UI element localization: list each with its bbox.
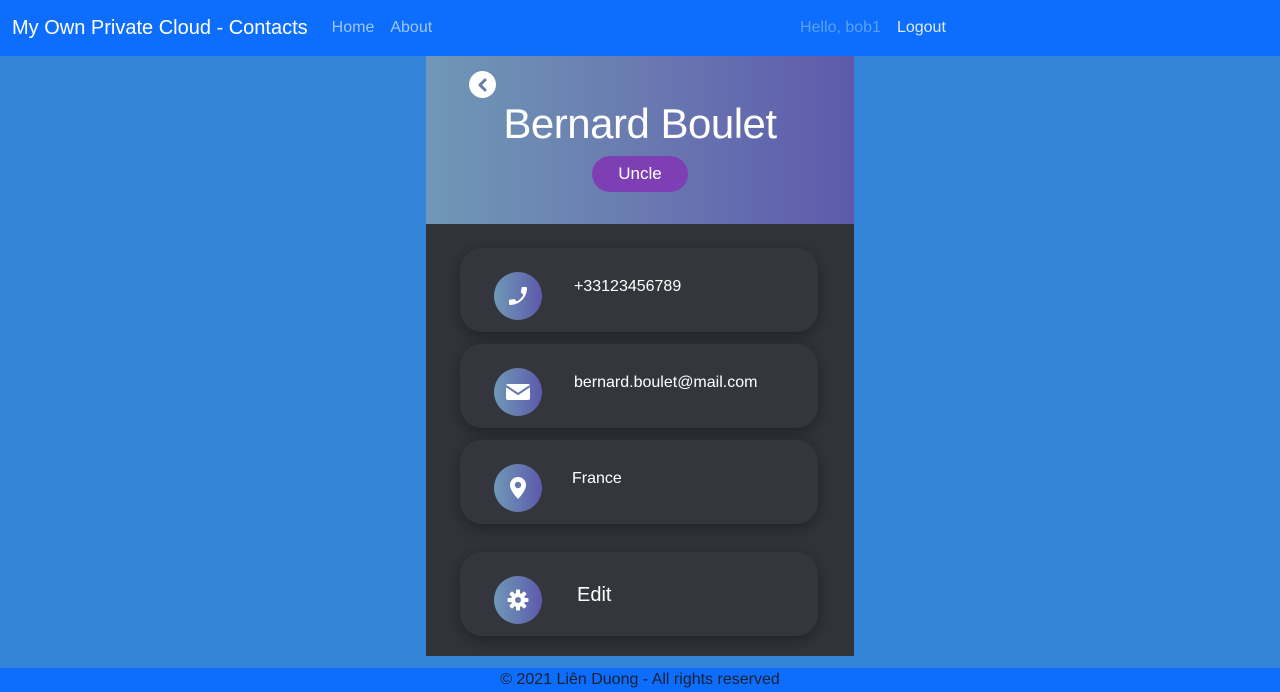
gear-icon[interactable] bbox=[494, 576, 542, 624]
relation-badge: Uncle bbox=[592, 156, 688, 192]
logout-link[interactable]: Logout bbox=[897, 19, 946, 37]
footer-copyright: © 2021 Liên Duong - All rights reserved bbox=[500, 671, 780, 688]
footer: © 2021 Liên Duong - All rights reserved bbox=[0, 668, 1280, 692]
location-row: France bbox=[460, 440, 818, 524]
chevron-left-circle-icon bbox=[476, 78, 490, 92]
contact-card-header: Bernard Boulet Uncle bbox=[426, 56, 854, 224]
email-row: bernard.boulet@mail.com bbox=[460, 344, 818, 428]
map-marker-icon bbox=[494, 464, 542, 512]
location-text: France bbox=[572, 470, 622, 487]
top-navbar: My Own Private Cloud - Contacts Home Abo… bbox=[0, 0, 1280, 56]
phone-number[interactable]: +33123456789 bbox=[574, 278, 681, 296]
contact-name: Bernard Boulet bbox=[503, 100, 777, 147]
navbar-user-area: Hello, bob1 Logout bbox=[800, 0, 946, 56]
back-button[interactable] bbox=[469, 71, 496, 98]
user-greeting: Hello, bob1 bbox=[800, 19, 881, 36]
navbar-brand[interactable]: My Own Private Cloud - Contacts bbox=[12, 17, 308, 40]
phone-icon bbox=[494, 272, 542, 320]
envelope-icon bbox=[494, 368, 542, 416]
edit-row[interactable]: Edit bbox=[460, 552, 818, 636]
contact-card: Bernard Boulet Uncle +33123456789 bernar… bbox=[426, 56, 854, 656]
edit-label[interactable]: Edit bbox=[577, 584, 611, 607]
nav-link-about[interactable]: About bbox=[390, 19, 432, 37]
phone-row: +33123456789 bbox=[460, 248, 818, 332]
email-address[interactable]: bernard.boulet@mail.com bbox=[574, 374, 757, 392]
nav-link-home[interactable]: Home bbox=[332, 19, 375, 37]
